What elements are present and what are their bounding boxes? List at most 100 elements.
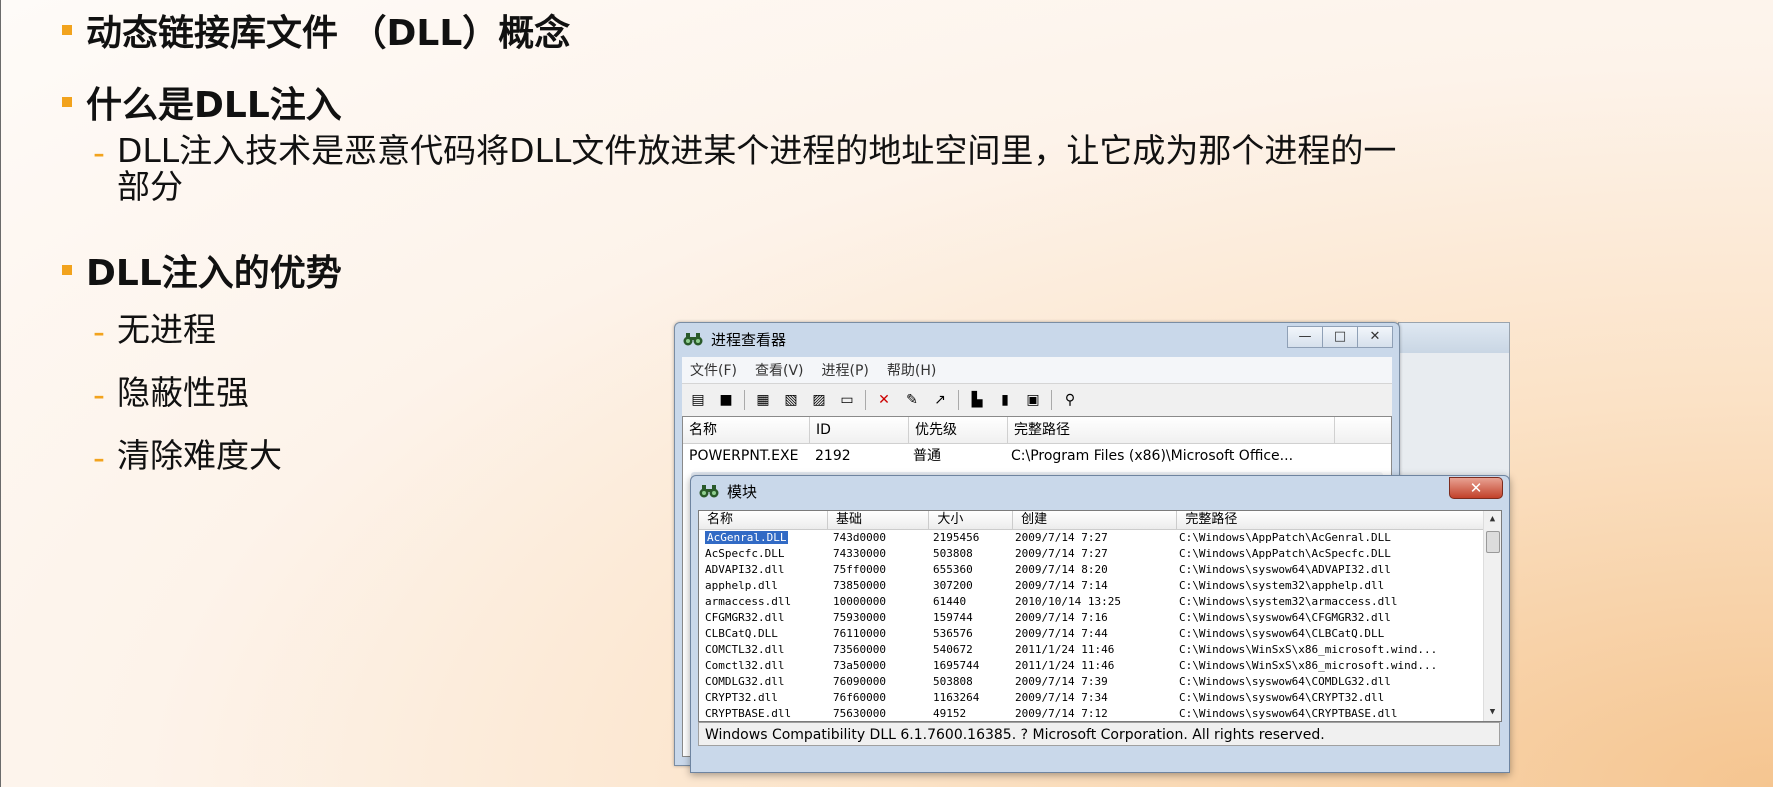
module-created: 2009/7/14 7:34: [1015, 691, 1108, 704]
module-size: 2195456: [933, 531, 980, 544]
module-name: COMCTL32.dll: [705, 643, 785, 656]
window-cascade-icon[interactable]: ▨: [809, 390, 829, 410]
module-created: 2009/7/14 7:14: [1015, 579, 1108, 592]
modules-titlebar[interactable]: 模块: [691, 476, 1509, 506]
toolbar: ▤ ■ ▦ ▧ ▨ ▭ ✕ ✎ ↗ ▙ ▮ ▣ ⚲: [682, 383, 1392, 416]
window-tile-icon[interactable]: ▧: [781, 390, 801, 410]
module-list: 名称 基础 大小 创建 完整路径 AcGenral.DLL 743d0000 219…: [698, 510, 1502, 722]
process-priority: 普通: [913, 448, 941, 464]
menu-process[interactable]: 进程(P): [822, 360, 869, 380]
module-row[interactable]: apphelp.dll 73850000 307200 2009/7/14 7:14 C…: [699, 578, 1501, 594]
module-row[interactable]: armaccess.dll 10000000 61440 2010/10/14 13:…: [699, 594, 1501, 610]
column-base[interactable]: 基础: [828, 511, 930, 529]
process-name: POWERPNT.EXE: [689, 448, 799, 464]
module-created: 2009/7/14 7:39: [1015, 675, 1108, 688]
column-id[interactable]: ID: [810, 417, 909, 443]
column-name[interactable]: 名称: [683, 417, 810, 443]
new-file-icon[interactable]: ▤: [688, 390, 708, 410]
column-name[interactable]: 名称: [699, 511, 828, 529]
column-created[interactable]: 创建: [1013, 511, 1178, 529]
module-row[interactable]: CRYPT32.dll 76f60000 1163264 2009/7/14 7:34…: [699, 690, 1501, 706]
module-name: armaccess.dll: [705, 595, 792, 608]
module-scrollbar[interactable]: ▲ ▼: [1483, 511, 1501, 721]
modules-close-button[interactable]: ✕: [1449, 477, 1503, 499]
sub-bullet-advantage: - 清除难度大: [93, 436, 282, 478]
module-name: CLBCatQ.DLL: [705, 627, 778, 640]
module-row[interactable]: COMDLG32.dll 76090000 503808 2009/7/14 7:39…: [699, 674, 1501, 690]
module-created: 2010/10/14 13:25: [1015, 595, 1121, 608]
toolbar-separator: [1051, 390, 1052, 410]
menu-file[interactable]: 文件(F): [690, 360, 737, 380]
menu-view[interactable]: 查看(V): [755, 360, 804, 380]
module-row[interactable]: CFGMGR32.dll 75930000 159744 2009/7/14 7:16…: [699, 610, 1501, 626]
module-row[interactable]: CRYPTBASE.dll 75630000 49152 2009/7/14 7:12…: [699, 706, 1501, 721]
find-icon[interactable]: ⚲: [1060, 390, 1080, 410]
module-size: 540672: [933, 643, 973, 656]
module-row[interactable]: CLBCatQ.DLL 76110000 536576 2009/7/14 7:44 C…: [699, 626, 1501, 642]
background-window-titlebar: [1399, 323, 1509, 353]
hammer-icon[interactable]: ↗: [930, 390, 950, 410]
window-list-icon[interactable]: ▦: [753, 390, 773, 410]
binoculars-icon: [683, 333, 703, 346]
module-row[interactable]: Comctl32.dll 73a50000 1695744 2011/1/24 11:…: [699, 658, 1501, 674]
tree-icon[interactable]: ▙: [967, 390, 987, 410]
module-path: C:\Windows\system32\armaccess.dll: [1179, 595, 1398, 608]
module-name: AcGenral.DLL: [699, 530, 827, 546]
column-priority[interactable]: 优先级: [909, 417, 1008, 443]
wand-icon[interactable]: ✎: [902, 390, 922, 410]
column-path[interactable]: 完整路径: [1008, 417, 1335, 443]
column-full-path[interactable]: 完整路径: [1177, 511, 1501, 529]
thread-icon[interactable]: ▮: [995, 390, 1015, 410]
save-icon[interactable]: ■: [716, 390, 736, 410]
module-path: C:\Windows\AppPatch\AcGenral.DLL: [1179, 531, 1391, 544]
advantage-text: 清除难度大: [117, 436, 282, 475]
process-path: C:\Program Files (x86)\Microsoft Office.…: [1011, 448, 1294, 464]
module-path: C:\Windows\system32\apphelp.dll: [1179, 579, 1385, 592]
maximize-button[interactable]: □: [1322, 326, 1358, 348]
advantage-text: 隐蔽性强: [117, 373, 249, 412]
dash-marker: -: [93, 438, 105, 477]
column-size[interactable]: 大小: [929, 511, 1014, 529]
minimize-button[interactable]: —: [1287, 326, 1323, 348]
module-name: apphelp.dll: [705, 579, 778, 592]
window-icon[interactable]: ▭: [837, 390, 857, 410]
sub-bullet-advantage: - 无进程: [93, 312, 216, 352]
kill-process-icon[interactable]: ✕: [874, 390, 894, 410]
menu-bar: 文件(F) 查看(V) 进程(P) 帮助(H): [682, 357, 1392, 383]
module-list-header: 名称 基础 大小 创建 完整路径: [699, 511, 1501, 530]
injection-def-line1: DLL注入技术是恶意代码将DLL文件放进某个进程的地址空间里，让它成为那个进程的…: [117, 131, 1397, 170]
modules-title: 模块: [727, 482, 758, 501]
module-base: 75ff0000: [833, 563, 886, 576]
scroll-down-icon[interactable]: ▼: [1484, 704, 1501, 721]
window-title: 进程查看器: [711, 330, 787, 349]
module-row[interactable]: ADVAPI32.dll 75ff0000 655360 2009/7/14 8:20…: [699, 562, 1501, 578]
module-base: 76090000: [833, 675, 886, 688]
bullet-square-icon: [62, 25, 72, 35]
module-icon[interactable]: ▣: [1023, 390, 1043, 410]
bullet-dll-concept: 动态链接库文件 （DLL）概念: [62, 4, 570, 56]
module-base: 76110000: [833, 627, 886, 640]
module-name: Comctl32.dll: [705, 659, 785, 672]
menu-help[interactable]: 帮助(H): [887, 360, 936, 380]
close-button[interactable]: ✕: [1357, 326, 1393, 348]
process-list-header: 名称 ID 优先级 完整路径: [683, 417, 1391, 444]
toolbar-separator: [744, 390, 745, 410]
scroll-thumb[interactable]: [1486, 531, 1500, 553]
module-row[interactable]: COMCTL32.dll 73560000 540672 2011/1/24 11:4…: [699, 642, 1501, 658]
module-path: C:\Windows\syswow64\CRYPT32.dll: [1179, 691, 1385, 704]
module-row[interactable]: AcGenral.DLL 743d0000 2195456 2009/7/14 7:2…: [699, 530, 1501, 546]
module-row[interactable]: AcSpecfc.DLL 74330000 503808 2009/7/14 7:27…: [699, 546, 1501, 562]
module-rows: AcGenral.DLL 743d0000 2195456 2009/7/14 7:2…: [699, 530, 1501, 721]
sub-bullet-injection-def: - DLL注入技术是恶意代码将DLL文件放进某个进程的地址空间里，让它成为那个进…: [93, 133, 1396, 205]
module-size: 1695744: [933, 659, 980, 672]
module-size: 61440: [933, 595, 967, 608]
module-path: C:\Windows\syswow64\CFGMGR32.dll: [1179, 611, 1391, 624]
module-base: 75930000: [833, 611, 886, 624]
module-size: 655360: [933, 563, 973, 576]
process-row[interactable]: POWERPNT.EXE 2192 普通 C:\Program Files (x…: [683, 444, 1391, 468]
scroll-up-icon[interactable]: ▲: [1484, 511, 1501, 528]
dash-marker: -: [93, 133, 105, 172]
module-size: 536576: [933, 627, 973, 640]
module-created: 2009/7/14 7:27: [1015, 531, 1108, 544]
module-name: ADVAPI32.dll: [705, 563, 785, 576]
